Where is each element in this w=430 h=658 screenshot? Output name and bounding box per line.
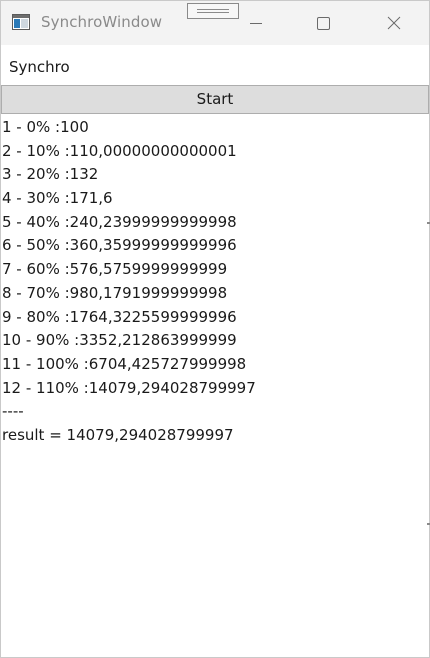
close-button[interactable]: [371, 1, 417, 45]
output-line: 5 - 40% :240,23999999999998: [2, 212, 237, 231]
minimize-button[interactable]: [233, 1, 279, 45]
output-line: 1 - 0% :100: [2, 118, 89, 136]
output-line: 7 - 60% :576,5759999999999: [2, 260, 228, 279]
maximize-icon: [317, 17, 330, 30]
maximize-button[interactable]: [300, 1, 346, 45]
output-line: 8 - 70% :980,1791999999998: [2, 283, 228, 302]
output-line: 9 - 80% :1764,3225599999996: [2, 307, 237, 326]
output-line: 11 - 100% :6704,425727999998: [2, 354, 247, 373]
app-window-icon: [12, 14, 30, 30]
output-line: 6 - 50% :360,35999999999996: [2, 236, 237, 255]
output-line: 3 - 20% :132: [2, 165, 99, 184]
close-icon: [387, 16, 401, 30]
start-button[interactable]: Start: [1, 85, 429, 114]
output-line: ----: [2, 402, 24, 421]
output-line: result = 14079,294028799997: [2, 425, 234, 444]
window-title: SynchroWindow: [41, 13, 163, 31]
output-line: 12 - 110% :14079,294028799997: [2, 378, 256, 397]
output-line: 4 - 30% :171,6: [2, 189, 113, 208]
header-label: Synchro: [9, 58, 70, 76]
output-line: 10 - 90% :3352,212863999999: [2, 331, 237, 350]
minimize-icon: [250, 23, 262, 24]
drag-handle-icon[interactable]: [187, 3, 239, 19]
title-bar[interactable]: SynchroWindow: [1, 1, 429, 45]
output-list: 1 - 0% :100 2 - 10% :110,00000000000001 3 …: [2, 116, 426, 448]
output-line: 2 - 10% :110,00000000000001: [2, 141, 237, 160]
synchro-window: SynchroWindow Synchro Start 1 - 0%:100 …: [0, 0, 430, 658]
